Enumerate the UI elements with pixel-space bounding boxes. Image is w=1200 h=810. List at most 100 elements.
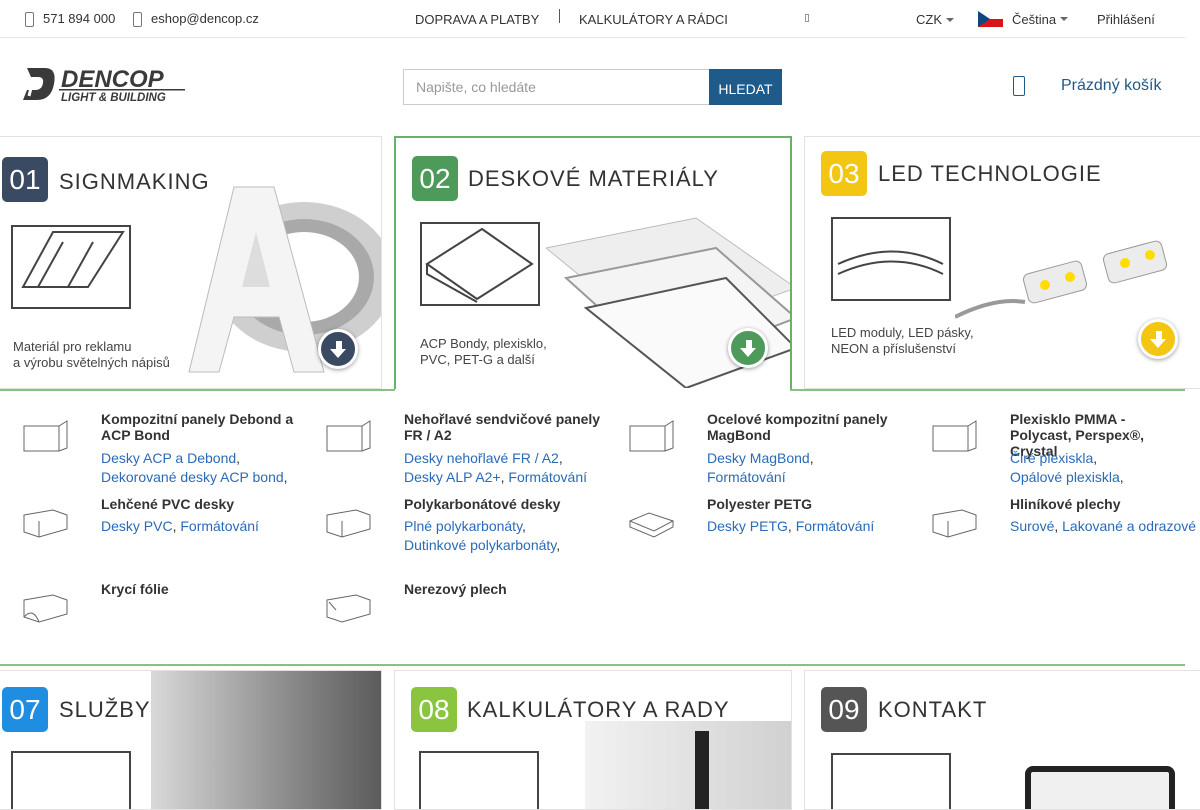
category-thumbnail[interactable] [23,420,68,452]
category-link[interactable]: Desky nehořlavé FR / A2 [404,450,559,466]
category-title[interactable]: Kompozitní panely Debond a ACP Bond [101,411,301,443]
category-title[interactable]: Ocelové kompozitní panely MagBond [707,411,907,443]
category-magbond: Ocelové kompozitní panely MagBond Desky … [606,411,907,485]
mail-icon [131,12,143,27]
category-thumbnail[interactable] [629,420,674,452]
category-thumbnail[interactable] [23,592,68,624]
banner-number: 01 [2,157,48,202]
download-icon[interactable] [728,328,768,368]
cart[interactable]: Prázdný košík [1013,76,1161,96]
category-link[interactable]: Čiré plexiskla [1010,450,1093,466]
banner-kalkulatory[interactable]: 08 KALKULÁTORY A RADY [394,670,792,810]
category-thumbnail[interactable] [932,420,977,452]
currency-value: CZK [916,12,942,27]
email-address[interactable]: eshop@dencop.cz [151,11,259,26]
category-kryci-folie: Krycí fólie [0,581,300,651]
download-icon[interactable] [318,329,358,369]
category-link[interactable]: Formátování [508,469,587,485]
banner-number: 08 [411,687,457,732]
category-links: Čiré plexiskla, Opálové plexiskla, [1010,450,1124,485]
category-thumbnail[interactable] [326,507,371,539]
category-hlinik: Hliníkové plechy Surové, Lakované a odra… [909,496,1200,566]
category-thumbnail[interactable] [628,507,675,539]
banner-title: DESKOVÉ MATERIÁLY [468,166,719,191]
nav-shipping-payment[interactable]: DOPRAVA A PLATBY [415,12,539,27]
search-button[interactable]: HLEDAT [709,69,782,105]
category-links: Desky ACP a Debond, Dekorované desky ACP… [101,450,288,485]
currency-select[interactable]: CZK [916,12,954,27]
profile-drawing [11,225,131,309]
banner-title: KALKULÁTORY A RADY [467,697,730,722]
cart-label[interactable]: Prázdný košík [1061,77,1161,95]
category-link[interactable]: Surové [1010,518,1054,534]
email-contact[interactable]: eshop@dencop.cz [131,11,259,27]
category-nerez: Nerezový plech [303,581,603,651]
category-link[interactable]: Formátování [180,518,259,534]
laptop-image [1025,766,1175,809]
nav-separator [559,9,560,23]
nav-calculators[interactable]: KALKULÁTORY A RÁDCI [579,12,728,27]
category-link[interactable]: Formátování [796,518,875,534]
search-bar: HLEDAT [403,69,782,105]
settings-icon[interactable] [805,14,809,22]
category-title[interactable]: Nerezový plech [404,581,604,597]
category-title[interactable]: Polykarbonátové desky [404,496,604,512]
download-icon[interactable] [1138,319,1178,359]
phone-icon [23,12,35,27]
banner-title: SLUŽBY [59,697,151,722]
led-strip-drawing [831,217,951,301]
phone-number[interactable]: 571 894 000 [43,11,115,26]
category-thumbnail[interactable] [326,420,371,452]
saw-drawing [11,751,131,809]
category-thumbnail[interactable] [932,507,977,539]
banner-sluzby[interactable]: 07 SLUŽBY [0,670,382,810]
login-link[interactable]: Přihlášení [1097,12,1155,27]
top-bar: 571 894 000 eshop@dencop.cz DOPRAVA A PL… [0,0,1185,38]
search-input[interactable] [403,69,709,105]
chevron-down-icon [1060,17,1069,21]
category-link[interactable]: Desky ALP A2+ [404,469,501,485]
section-divider [0,389,395,391]
category-link[interactable]: Desky ACP a Debond [101,450,236,466]
banner-led[interactable]: 03 LED TECHNOLOGIE LED moduly, LED pásky… [804,136,1200,389]
calculator-drawing [419,751,539,809]
language-select[interactable]: Čeština [978,11,1069,27]
category-title[interactable]: Polyester PETG [707,496,907,512]
category-title[interactable]: Krycí fólie [101,581,301,597]
phone-contact[interactable]: 571 894 000 [23,11,115,27]
banner-number: 09 [821,687,867,732]
banner-kontakt[interactable]: 09 KONTAKT [804,670,1200,810]
category-polykarbonat: Polykarbonátové desky Plné polykarbonáty… [303,496,603,566]
category-link[interactable]: Desky PETG [707,518,788,534]
category-link[interactable]: Dutinkové polykarbonáty [404,537,556,553]
category-link[interactable]: Plné polykarbonáty [404,518,522,534]
banner-desc: Materiál pro reklamu a výrobu světelných … [13,339,170,370]
category-thumbnail[interactable] [23,507,68,539]
category-link[interactable]: Desky MagBond [707,450,810,466]
banner-signmaking[interactable]: 01 SIGNMAKING Materiál pro reklamu a výro… [0,136,382,389]
category-links: Desky MagBond, Formátování [707,450,814,485]
language-value: Čeština [1012,11,1057,27]
category-fr-a2: Nehořlavé sendvičové panely FR / A2 Desk… [303,411,604,485]
category-pvc: Lehčené PVC desky Desky PVC, Formátování [0,496,300,566]
category-title[interactable]: Hliníkové plechy [1010,496,1200,512]
dencop-logo[interactable]: DENCOP LIGHT & BUILDING [23,66,187,104]
banner-number: 02 [412,156,458,201]
category-link[interactable]: Desky PVC [101,518,173,534]
cart-icon [1013,76,1025,96]
category-petg: Polyester PETG Desky PETG, Formátování [606,496,906,566]
category-title[interactable]: Lehčené PVC desky [101,496,301,512]
banner-title: KONTAKT [878,697,988,722]
category-link[interactable]: Formátování [707,469,786,485]
category-thumbnail[interactable] [326,592,371,624]
category-title[interactable]: Nehořlavé sendvičové panely FR / A2 [404,411,604,443]
category-links: Plné polykarbonáty, Dutinkové polykarbon… [404,518,561,553]
category-links: Desky PETG, Formátování [707,518,875,534]
banner-deskove[interactable]: 02 DESKOVÉ MATERIÁLY ACP Bondy, plexiskl… [394,136,792,389]
chevron-down-icon [946,17,954,22]
sheet-drawing [420,222,540,306]
logo-subtext: LIGHT & BUILDING [61,92,166,104]
category-link[interactable]: Dekorované desky ACP bond [101,469,284,485]
category-link[interactable]: Lakované a odrazové [1062,518,1196,534]
category-link[interactable]: Opálové plexiskla [1010,469,1120,485]
